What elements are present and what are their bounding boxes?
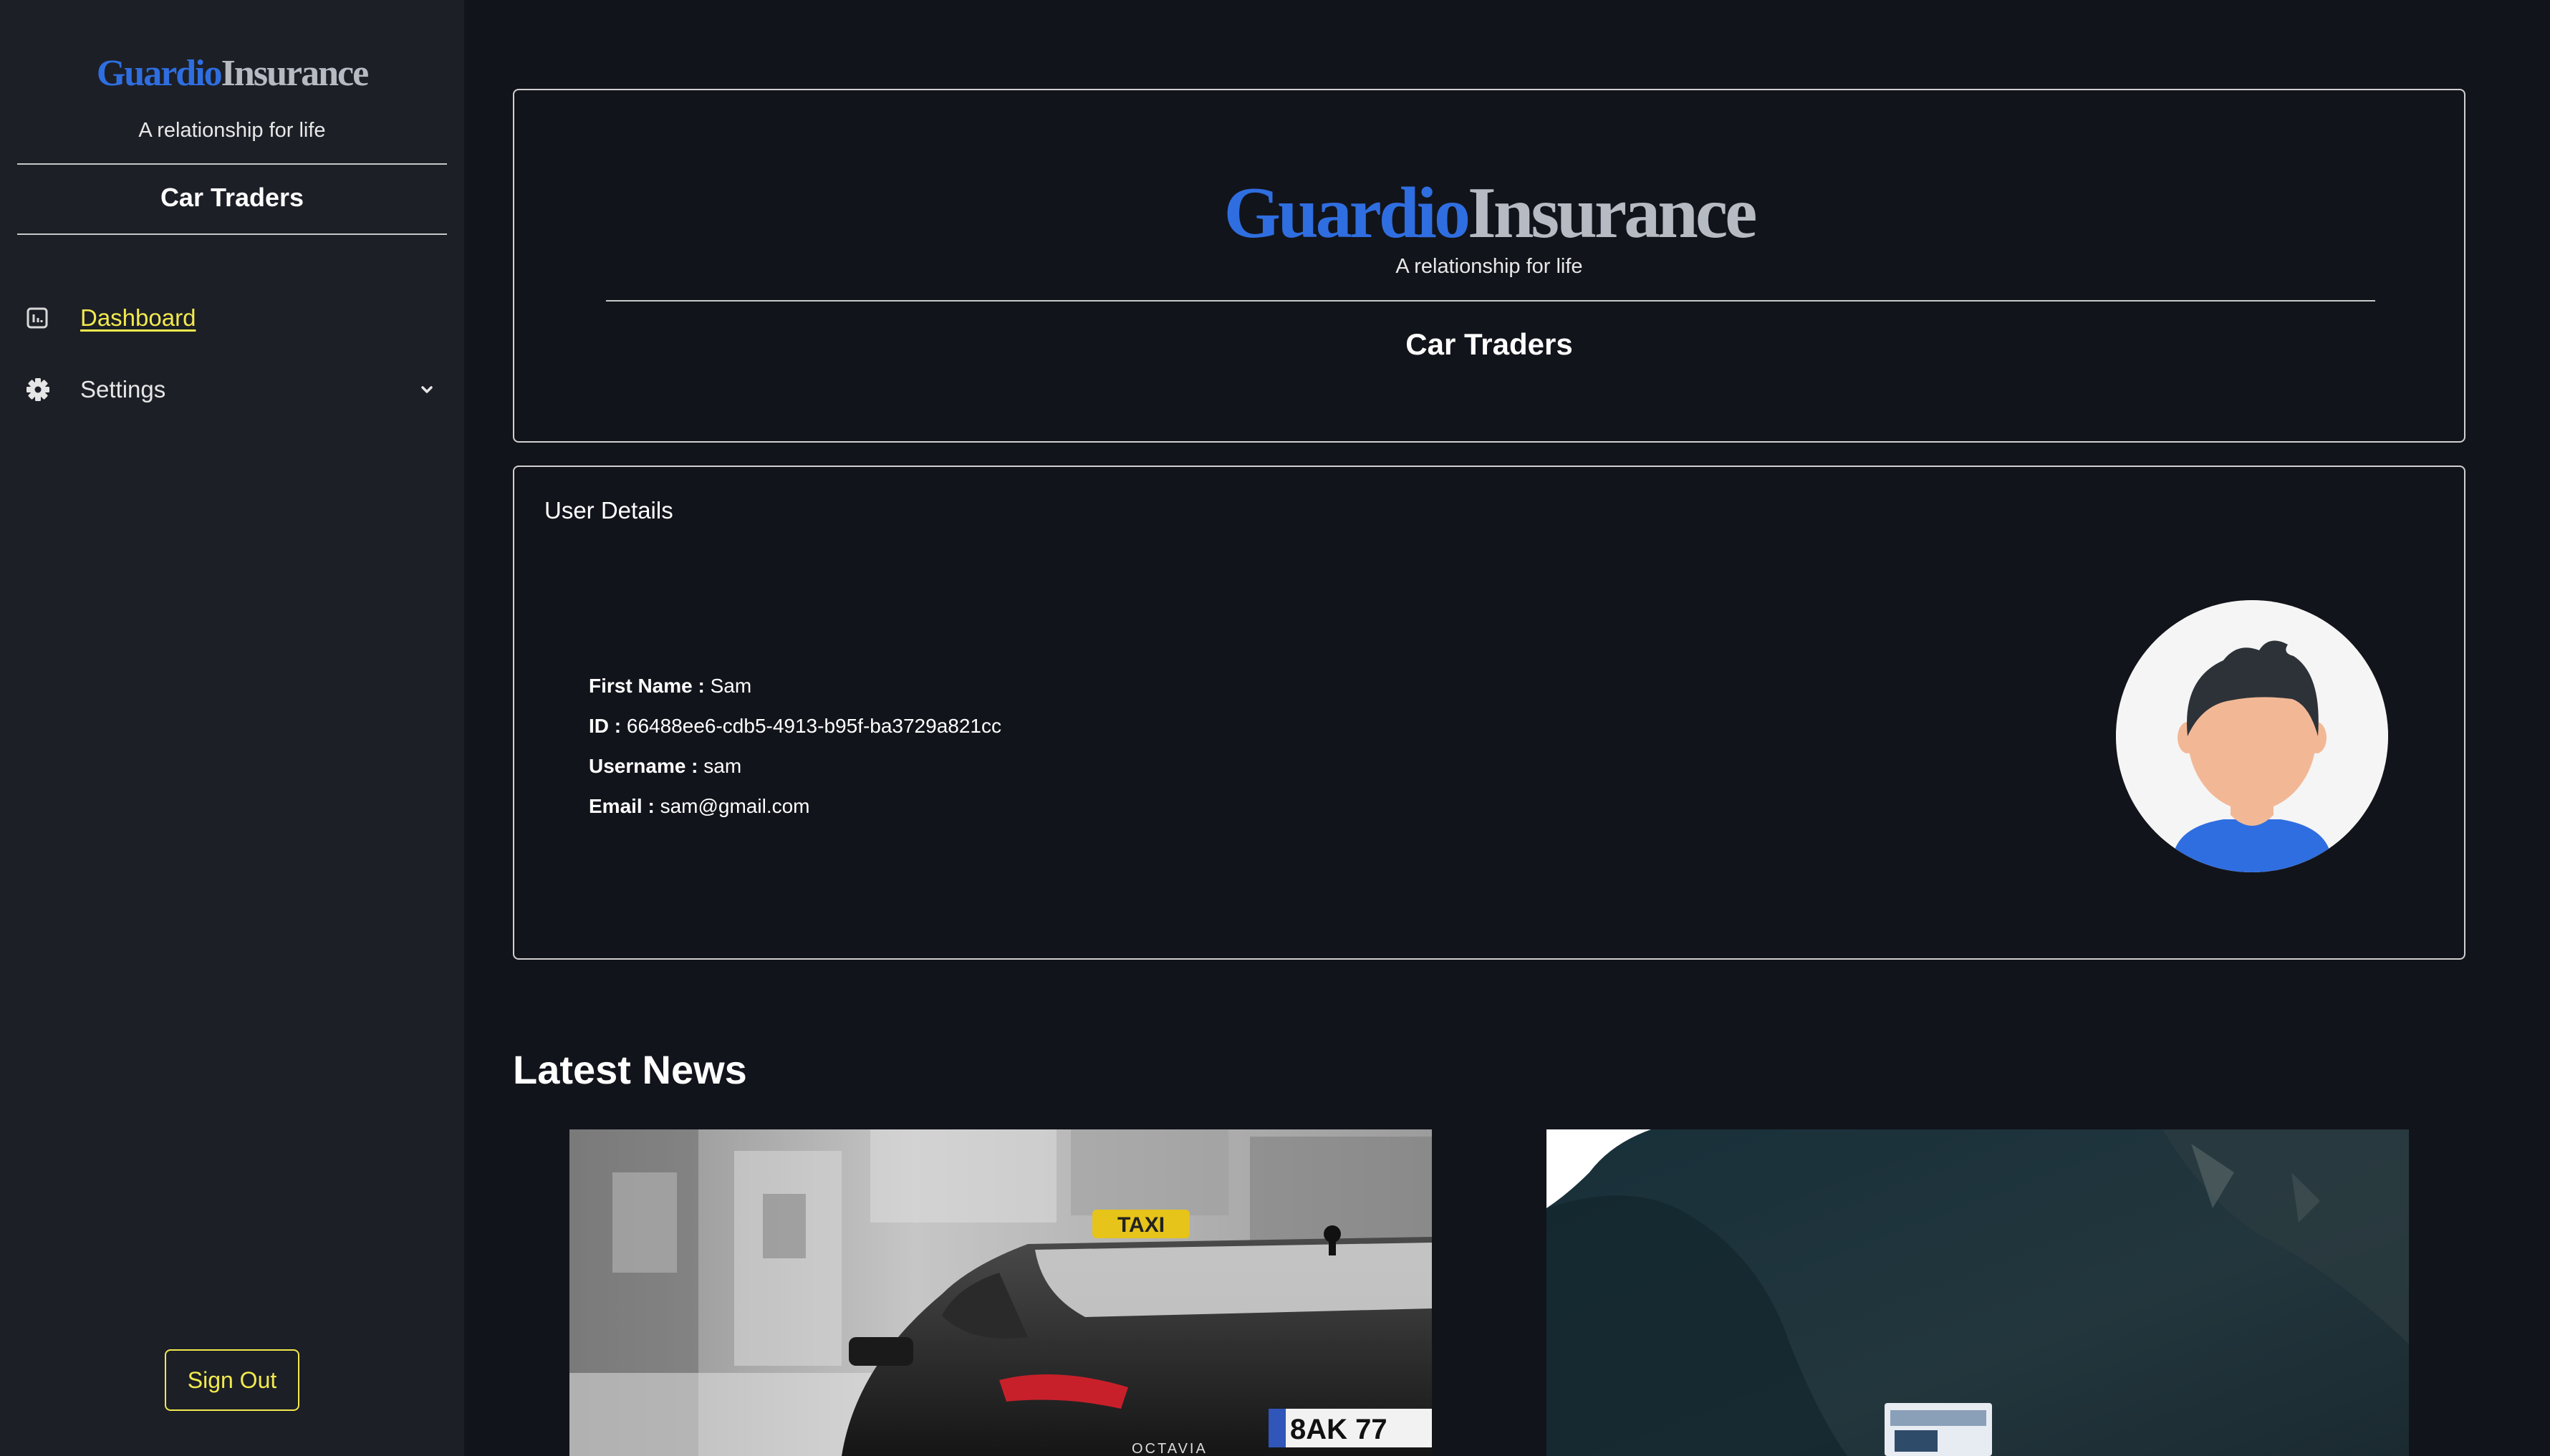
username-value: sam <box>703 755 742 777</box>
logo-text-insurance: Insurance <box>1468 173 1757 254</box>
taxi-sign-text: TAXI <box>1117 1213 1165 1237</box>
sign-out-button[interactable]: Sign Out <box>165 1349 299 1411</box>
sidebar-item-label: Settings <box>80 376 166 402</box>
main-logo: GuardioInsurance <box>514 170 2464 256</box>
sidebar-logo: GuardioInsurance <box>0 47 464 100</box>
header-divider <box>606 300 2375 302</box>
user-details-title: User Details <box>544 497 673 524</box>
first-name-value: Sam <box>710 675 752 697</box>
id-value: 66488ee6-cdb5-4913-b95f-ba3729a821cc <box>626 715 1001 737</box>
car-model-text: OCTAVIA <box>1132 1441 1208 1456</box>
logo-text-insurance: Insurance <box>221 53 369 94</box>
sidebar-divider <box>17 233 447 235</box>
username-label: Username : <box>589 755 698 777</box>
logo-text-guardio: Guardio <box>1223 173 1471 254</box>
sidebar-company-name: Car Traders <box>160 183 304 212</box>
id-label: ID : <box>589 715 622 737</box>
first-name-label: First Name : <box>589 675 705 697</box>
taxi-photo[interactable]: TAXI 8AK 77 OCTAVIA <box>569 1129 1432 1456</box>
sidebar-item-dashboard[interactable]: Dashboard <box>26 296 441 339</box>
chevron-down-icon[interactable] <box>417 380 437 400</box>
company-header-card: GuardioInsurance A relationship for life… <box>513 89 2465 443</box>
id-row: ID : 66488ee6-cdb5-4913-b95f-ba3729a821c… <box>589 706 1001 746</box>
logo-text-guardio: Guardio <box>96 53 223 94</box>
main-tagline: A relationship for life <box>1395 255 1583 278</box>
user-details-card: User Details First Name : Sam ID : 66488… <box>513 466 2465 960</box>
email-value: sam@gmail.com <box>660 795 810 817</box>
mountain-truck-photo[interactable] <box>1546 1129 2409 1456</box>
sidebar-divider <box>17 163 447 165</box>
license-plate-text: 8AK 77 <box>1290 1414 1387 1445</box>
user-avatar-icon <box>2116 600 2388 872</box>
email-label: Email : <box>589 795 655 817</box>
sidebar-item-label: Dashboard <box>80 304 196 331</box>
sidebar-item-settings[interactable]: Settings <box>26 368 441 411</box>
user-details-list: First Name : Sam ID : 66488ee6-cdb5-4913… <box>589 666 1001 826</box>
chart-icon <box>26 304 54 332</box>
latest-news-heading: Latest News <box>513 1047 747 1093</box>
username-row: Username : sam <box>589 746 1001 786</box>
first-name-row: First Name : Sam <box>589 666 1001 706</box>
main-company-name: Car Traders <box>1405 327 1573 361</box>
email-row: Email : sam@gmail.com <box>589 786 1001 826</box>
sidebar-tagline: A relationship for life <box>138 119 326 142</box>
sidebar: GuardioInsurance A relationship for life… <box>0 0 464 1456</box>
gear-icon <box>26 375 54 404</box>
